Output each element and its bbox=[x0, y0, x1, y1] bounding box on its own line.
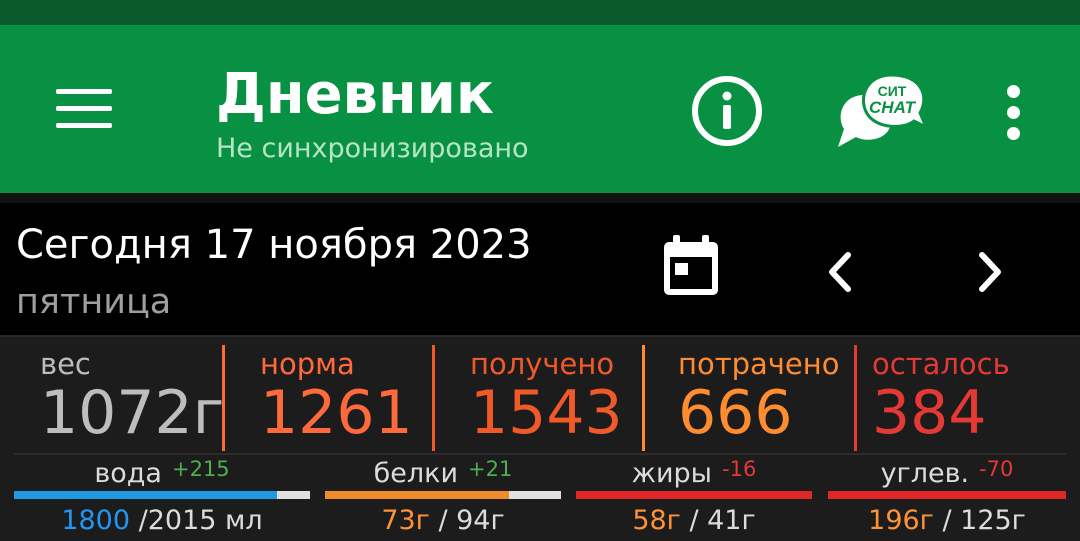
chat-logo-top: СИТ bbox=[878, 83, 907, 99]
macro-amount: 1800 bbox=[61, 505, 131, 536]
chat-button[interactable]: СИТ CHAT bbox=[834, 69, 929, 153]
stat-label: получено bbox=[470, 347, 615, 381]
calendar-icon bbox=[664, 235, 718, 295]
page-title: Дневник bbox=[216, 62, 494, 127]
calorie-summary: вес 1072г норма 1261 получено 1543 потра… bbox=[0, 335, 1080, 541]
overflow-menu-button[interactable] bbox=[994, 83, 1034, 143]
macro-name: жиры bbox=[631, 458, 712, 489]
divider bbox=[432, 345, 435, 451]
macro-delta: +21 bbox=[468, 457, 513, 481]
stat-label: норма bbox=[260, 347, 355, 381]
divider bbox=[854, 345, 857, 451]
macro-water[interactable]: вода +215 1800 /2015 мл bbox=[14, 457, 310, 541]
chevron-left-icon bbox=[829, 252, 851, 292]
app-bar: Дневник Не синхронизировано СИТ CHAT bbox=[0, 25, 1080, 193]
macro-total: / 125г bbox=[933, 505, 1026, 536]
stat-value: 1072г bbox=[40, 377, 225, 448]
macro-progress-bar bbox=[14, 491, 310, 499]
macro-total: /2015 мл bbox=[130, 505, 263, 536]
stat-value: 666 bbox=[678, 377, 793, 448]
macro-total: / 94г bbox=[429, 505, 505, 536]
stat-weight[interactable]: вес 1072г bbox=[40, 347, 224, 451]
menu-button[interactable] bbox=[52, 85, 116, 135]
stat-value: 1543 bbox=[470, 377, 623, 448]
chat-logo-bottom: CHAT bbox=[869, 98, 917, 117]
macro-delta: -70 bbox=[979, 457, 1014, 481]
macro-amount: 58г bbox=[632, 505, 681, 536]
stat-label: вес bbox=[40, 347, 91, 381]
macro-name: вода bbox=[94, 458, 162, 489]
stat-label: потрачено bbox=[678, 347, 840, 381]
stat-norm[interactable]: норма 1261 bbox=[260, 347, 413, 451]
macro-name: белки bbox=[373, 458, 459, 489]
date-header: Сегодня 17 ноября 2023 пятница bbox=[0, 193, 1080, 335]
chat-bubble-icon: СИТ CHAT bbox=[838, 73, 929, 147]
macro-carbs[interactable]: углев. -70 196г / 125г bbox=[828, 457, 1066, 541]
sync-status: Не синхронизировано bbox=[216, 133, 529, 164]
divider bbox=[222, 345, 225, 451]
macro-fat[interactable]: жиры -16 58г / 41г bbox=[576, 457, 812, 541]
macro-progress-bar bbox=[325, 491, 561, 499]
macro-amount: 196г bbox=[868, 505, 934, 536]
macro-protein[interactable]: белки +21 73г / 94г bbox=[325, 457, 561, 541]
stat-spent[interactable]: потрачено 666 bbox=[678, 347, 839, 451]
macro-amount: 73г bbox=[381, 505, 430, 536]
macro-progress-bar bbox=[576, 491, 812, 499]
stat-label: осталось bbox=[872, 347, 1010, 381]
stat-remaining[interactable]: осталось 384 bbox=[872, 347, 1010, 451]
current-date[interactable]: Сегодня 17 ноября 2023 bbox=[16, 221, 532, 269]
hamburger-icon bbox=[56, 89, 112, 94]
macro-name: углев. bbox=[880, 458, 970, 489]
stat-received[interactable]: получено 1543 bbox=[470, 347, 623, 451]
status-bar bbox=[0, 0, 1080, 25]
more-vert-icon bbox=[1007, 85, 1020, 98]
previous-day-button[interactable] bbox=[820, 249, 860, 295]
divider bbox=[642, 345, 645, 451]
info-icon bbox=[692, 76, 762, 146]
info-button[interactable] bbox=[690, 74, 764, 148]
macro-delta: +215 bbox=[171, 457, 230, 481]
macro-progress-bar bbox=[828, 491, 1066, 499]
chevron-right-icon bbox=[979, 252, 1001, 292]
macro-total: / 41г bbox=[680, 505, 756, 536]
next-day-button[interactable] bbox=[970, 249, 1010, 295]
stat-value: 1261 bbox=[260, 377, 413, 448]
calendar-button[interactable] bbox=[660, 233, 722, 299]
stat-value: 384 bbox=[872, 377, 987, 448]
weekday: пятница bbox=[16, 282, 172, 322]
macro-delta: -16 bbox=[722, 457, 757, 481]
divider bbox=[14, 453, 1066, 455]
